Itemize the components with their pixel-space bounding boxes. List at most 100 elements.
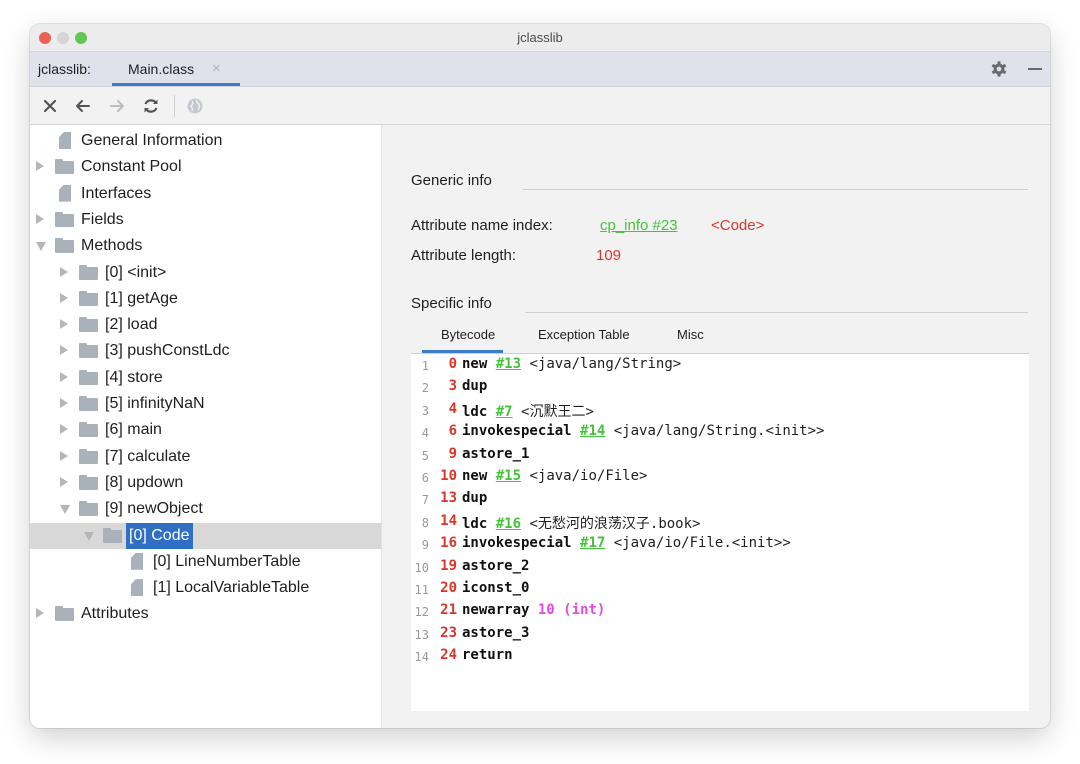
globe-icon[interactable] xyxy=(185,96,205,116)
tree-item[interactable]: [0] Code xyxy=(30,522,381,549)
arrow-left-icon[interactable] xyxy=(73,96,93,116)
tree-item[interactable]: Methods xyxy=(30,233,381,259)
bytecode-line: 3 4 ldc #7 <沉默王二> xyxy=(411,401,1029,423)
chevron-down-icon[interactable] xyxy=(60,505,70,515)
bytecode-offset: 4 xyxy=(448,400,457,417)
tree-item[interactable]: [3] pushConstLdc xyxy=(30,338,381,364)
tree-item[interactable]: [4] store xyxy=(30,365,381,391)
chevron-right-icon[interactable] xyxy=(36,161,44,172)
chevron-right-icon[interactable] xyxy=(36,213,44,224)
bytecode-line: 14 24 return xyxy=(411,647,1029,669)
tree-item[interactable]: [2] load xyxy=(30,312,381,338)
window-title: jclasslib xyxy=(517,30,563,45)
chevron-right-icon[interactable] xyxy=(60,319,68,330)
tab-close-icon[interactable]: × xyxy=(212,60,221,77)
opcode: dup xyxy=(462,378,488,395)
tree-item[interactable]: Constant Pool xyxy=(30,154,381,180)
tab-exception-table[interactable]: Exception Table xyxy=(538,327,630,342)
chevron-right-icon[interactable] xyxy=(60,450,68,461)
chevron-right-icon[interactable] xyxy=(60,398,68,408)
opcode: ldc xyxy=(462,403,488,420)
line-number: 8 xyxy=(421,515,429,530)
bytecode-line: 9 16 invokespecial #17 <java/io/File.<init… xyxy=(411,535,1029,557)
line-number: 2 xyxy=(421,381,429,396)
tree-item[interactable]: [9] newObject xyxy=(30,496,381,522)
arrow-right-icon[interactable] xyxy=(107,96,127,116)
instruction: new #13 <java/lang/String> xyxy=(462,356,681,372)
tabbar-prefix-label: jclasslib: xyxy=(38,61,91,77)
generic-info-title: Generic info xyxy=(411,172,492,189)
chevron-right-icon[interactable] xyxy=(36,608,44,619)
tree-item[interactable]: General Information xyxy=(30,128,381,154)
instruction: ldc #7 <沉默王二> xyxy=(462,401,594,421)
opcode: newarray xyxy=(462,602,530,619)
tree-item-label: [3] pushConstLdc xyxy=(105,342,230,360)
opcode: astore_1 xyxy=(462,445,530,462)
bytecode-offset: 6 xyxy=(448,423,457,440)
tab-main-class[interactable]: Main.class × xyxy=(112,52,240,86)
opcode: astore_3 xyxy=(462,624,530,641)
close-icon[interactable] xyxy=(40,96,60,116)
constant-pool-ref-link[interactable]: #14 xyxy=(580,423,605,439)
minimize-icon[interactable] xyxy=(1028,68,1042,70)
chevron-right-icon[interactable] xyxy=(60,424,68,435)
instruction: astore_2 xyxy=(462,558,529,574)
tree-item-label: Fields xyxy=(81,210,124,228)
folder-icon xyxy=(79,369,98,385)
chevron-right-icon[interactable] xyxy=(60,292,68,303)
tree-item-label: General Information xyxy=(81,132,223,149)
tree-item[interactable]: Attributes xyxy=(30,601,381,627)
line-number: 12 xyxy=(414,605,429,620)
bytecode-offset: 23 xyxy=(440,624,457,641)
instruction: return xyxy=(462,647,513,663)
tree-item[interactable]: [8] updown xyxy=(30,470,381,496)
tree-item[interactable]: [0] LineNumberTable xyxy=(30,549,381,575)
tree-item[interactable]: [0] <init> xyxy=(30,260,381,286)
attribute-name-index-value: <Code> xyxy=(711,217,765,234)
folder-icon xyxy=(79,422,98,438)
instruction: iconst_0 xyxy=(462,580,529,596)
bytecode-line: 13 23 astore_3 xyxy=(411,625,1029,647)
tree-item[interactable]: Fields xyxy=(30,207,381,233)
immediate-value: 10 (int) xyxy=(537,602,606,619)
chevron-right-icon[interactable] xyxy=(60,266,68,277)
line-number: 6 xyxy=(421,471,429,485)
bytecode-view[interactable]: 1 0 new #13 <java/lang/String> 2 3 dup 3 4 ldc #… xyxy=(411,353,1029,711)
tree-item-label: [1] LocalVariableTable xyxy=(153,579,310,597)
title-bar: jclasslib xyxy=(30,24,1050,52)
chevron-right-icon[interactable] xyxy=(60,476,68,487)
chevron-down-icon[interactable] xyxy=(36,242,46,252)
attribute-name-index-link[interactable]: cp_info #23 xyxy=(600,217,678,234)
bytecode-offset: 13 xyxy=(440,490,457,507)
instruction-argument: <无愁河的浪荡汉子.book> xyxy=(529,515,701,532)
generic-info-divider xyxy=(523,189,1028,190)
tree-item[interactable]: [6] main xyxy=(30,417,381,443)
constant-pool-ref-link[interactable]: #7 xyxy=(496,404,513,420)
chevron-right-icon[interactable] xyxy=(60,345,68,356)
opcode: invokespecial xyxy=(462,535,572,552)
tree-item[interactable]: Interfaces xyxy=(30,181,381,207)
bytecode-line: 6 10 new #15 <java/io/File> xyxy=(411,468,1029,490)
tab-bytecode[interactable]: Bytecode xyxy=(441,327,495,342)
tree-item[interactable]: [7] calculate xyxy=(30,444,381,470)
line-number: 4 xyxy=(421,426,429,441)
constant-pool-ref-link[interactable]: #17 xyxy=(580,535,605,551)
tree-item[interactable]: [1] getAge xyxy=(30,286,381,312)
constant-pool-ref-link[interactable]: #15 xyxy=(496,468,521,484)
tree-item[interactable]: [5] infinityNaN xyxy=(30,391,381,417)
instruction: invokespecial #17 <java/io/File.<init>> xyxy=(462,535,791,551)
constant-pool-ref-link[interactable]: #13 xyxy=(496,356,521,372)
opcode: invokespecial xyxy=(462,423,572,440)
line-number: 10 xyxy=(414,560,429,575)
reload-icon[interactable] xyxy=(141,96,161,116)
folder-icon xyxy=(79,501,98,517)
tree-item[interactable]: [1] LocalVariableTable xyxy=(30,575,381,601)
tab-misc[interactable]: Misc xyxy=(677,327,704,342)
constant-pool-ref-link[interactable]: #16 xyxy=(496,516,521,532)
bytecode-line: 2 3 dup xyxy=(411,378,1029,400)
chevron-right-icon[interactable] xyxy=(60,371,68,382)
chevron-down-icon[interactable] xyxy=(84,531,94,541)
gear-icon[interactable] xyxy=(990,60,1008,78)
bytecode-offset: 9 xyxy=(448,445,457,462)
opcode: return xyxy=(462,647,513,664)
